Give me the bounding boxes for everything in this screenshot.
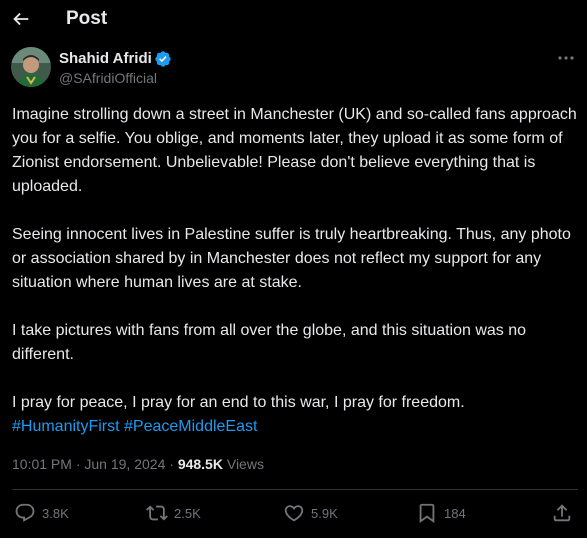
arrow-left-icon[interactable] — [10, 8, 32, 30]
page-title: Post — [66, 8, 108, 29]
bookmark-count: 184 — [444, 505, 466, 521]
meta-separator: · — [169, 456, 174, 472]
hashtag-link[interactable]: #PeaceMiddleEast — [124, 418, 257, 435]
bookmark-button[interactable]: 184 — [416, 502, 466, 524]
share-icon — [553, 504, 571, 522]
share-button[interactable] — [551, 502, 573, 524]
author-name[interactable]: Shahid Afridi — [59, 50, 152, 67]
views-count: 948.5K — [177, 456, 223, 472]
avatar-image — [11, 47, 51, 87]
repost-button[interactable]: 2.5K — [146, 502, 201, 524]
views-label: Views — [226, 456, 264, 472]
meta-separator: · — [75, 456, 81, 472]
repost-icon — [146, 505, 168, 521]
divider — [12, 489, 578, 490]
post-date[interactable]: Jun 19, 2024 — [84, 456, 165, 472]
bookmark-icon — [419, 503, 435, 524]
action-bar: 3.8K 2.5K 5.9K 184 — [0, 500, 587, 530]
like-button[interactable]: 5.9K — [283, 502, 338, 524]
post-paragraph: I pray for peace, I pray for an end to t… — [12, 394, 465, 411]
hashtag-link[interactable]: #HumanityFirst — [12, 418, 120, 435]
reply-icon — [15, 503, 35, 522]
hashtag-list: #HumanityFirst #PeaceMiddleEast — [12, 415, 578, 439]
like-count: 5.9K — [311, 505, 338, 521]
avatar[interactable] — [11, 47, 51, 87]
post-paragraph: Seeing innocent lives in Palestine suffe… — [12, 226, 571, 291]
post-meta: 10:01 PM · Jun 19, 2024 · 948.5K Views — [12, 456, 264, 472]
post-text: Imagine strolling down a street in Manch… — [12, 103, 578, 439]
post-paragraph: Imagine strolling down a street in Manch… — [12, 106, 577, 195]
heart-icon — [284, 505, 304, 522]
post-paragraph: I take pictures with fans from all over … — [12, 322, 527, 363]
repost-count: 2.5K — [174, 505, 201, 521]
verified-badge-icon — [155, 51, 171, 67]
author-handle[interactable]: @SAfridiOfficial — [59, 70, 157, 86]
post-header: Post — [0, 0, 587, 42]
more-horizontal-icon[interactable] — [557, 52, 575, 64]
reply-count: 3.8K — [42, 505, 69, 521]
reply-button[interactable]: 3.8K — [14, 502, 69, 524]
post-time[interactable]: 10:01 PM — [12, 456, 72, 472]
